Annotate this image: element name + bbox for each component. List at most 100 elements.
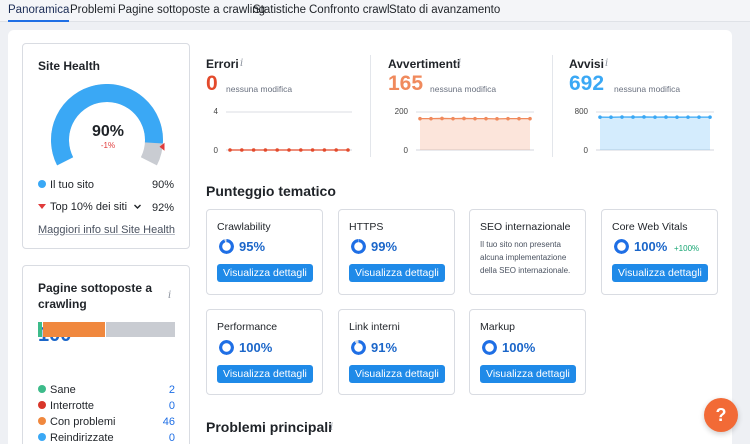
- score-ring-icon: [614, 239, 629, 254]
- trend-point[interactable]: [346, 148, 350, 152]
- trend-point[interactable]: [484, 116, 488, 121]
- broken-count[interactable]: 0: [155, 400, 175, 412]
- warnings-trend-chart: [416, 111, 534, 151]
- view-details-button[interactable]: Visualizza dettagli: [612, 264, 708, 282]
- thematic-card-score[interactable]: 100%: [634, 239, 667, 254]
- healthy-label: Sane: [50, 384, 76, 396]
- thematic-card-description: Il tuo sito non presenta alcuna implemen…: [480, 240, 571, 275]
- trend-point[interactable]: [664, 115, 668, 119]
- notices-sub: nessuna modifica: [614, 84, 681, 94]
- trend-point[interactable]: [620, 115, 624, 119]
- trend-point[interactable]: [598, 115, 602, 119]
- broken-dot: [38, 401, 46, 409]
- errors-sub: nessuna modifica: [226, 84, 293, 94]
- trend-point[interactable]: [495, 117, 499, 121]
- trend-point[interactable]: [440, 116, 444, 121]
- site-health-score: 90%: [91, 123, 125, 140]
- tab-statistiche[interactable]: Statistiche: [253, 4, 306, 16]
- errors-ytick-min: 0: [213, 146, 218, 155]
- thematic-card-title: HTTPS: [349, 221, 384, 233]
- errors-value[interactable]: 0: [206, 72, 218, 96]
- redirected-count[interactable]: 0: [155, 432, 175, 444]
- issues-label: Con problemi: [50, 416, 116, 428]
- top10-label: Top 10% dei siti: [50, 201, 128, 213]
- view-details-button[interactable]: Visualizza dettagli: [480, 365, 576, 383]
- thematic-card-score[interactable]: 99%: [371, 239, 397, 254]
- trend-point[interactable]: [334, 148, 338, 152]
- thematic-card-crawlability: Crawlability 95% Visualizza dettagli: [206, 209, 323, 295]
- trend-point[interactable]: [299, 148, 303, 152]
- tab-panoramica[interactable]: Panoramica: [8, 4, 70, 22]
- thematic-card-title: Crawlability: [217, 221, 271, 233]
- thematic-card-score[interactable]: 91%: [371, 340, 397, 355]
- tab-pagine-crawling[interactable]: Pagine sottoposte a crawling: [118, 4, 265, 16]
- thematic-card-https: HTTPS 99% Visualizza dettagli: [338, 209, 455, 295]
- trend-point[interactable]: [429, 116, 433, 121]
- info-icon[interactable]: i: [458, 58, 461, 69]
- tab-stato-avanzamento[interactable]: Stato di avanzamento: [389, 4, 500, 16]
- thematic-card-score[interactable]: 95%: [239, 239, 265, 254]
- info-icon[interactable]: i: [330, 422, 333, 433]
- top10-legend[interactable]: Top 10% dei siti: [38, 201, 142, 213]
- view-details-button[interactable]: Visualizza dettagli: [349, 264, 445, 282]
- trend-point[interactable]: [631, 115, 635, 119]
- trend-point[interactable]: [251, 148, 256, 152]
- tab-problemi[interactable]: Problemi: [70, 4, 115, 16]
- trend-point[interactable]: [609, 115, 613, 120]
- view-details-button[interactable]: Visualizza dettagli: [217, 264, 313, 282]
- trend-point[interactable]: [528, 116, 532, 121]
- trend-point[interactable]: [275, 148, 279, 152]
- trend-point[interactable]: [675, 115, 679, 119]
- trend-point[interactable]: [322, 148, 327, 152]
- thematic-card-title: Core Web Vitals: [612, 221, 688, 233]
- thematic-card-international-seo: SEO internazionale Il tuo sito non prese…: [469, 209, 586, 295]
- trend-point[interactable]: [506, 116, 510, 121]
- bar-healthy[interactable]: [38, 322, 42, 337]
- trend-point[interactable]: [263, 148, 268, 152]
- notices-ytick-min: 0: [583, 146, 588, 155]
- divider: [370, 55, 371, 157]
- trend-point[interactable]: [462, 116, 466, 121]
- site-health-more-link[interactable]: Maggiori info sul Site Health: [38, 224, 175, 236]
- trend-point[interactable]: [517, 116, 521, 121]
- trend-point[interactable]: [473, 116, 477, 121]
- info-icon[interactable]: i: [240, 58, 243, 69]
- help-button[interactable]: ?: [704, 398, 738, 432]
- view-details-button[interactable]: Visualizza dettagli: [349, 365, 445, 383]
- thematic-card-title: SEO internazionale: [480, 221, 571, 233]
- thematic-card-delta: +100%: [674, 244, 700, 253]
- your-site-label: Il tuo sito: [50, 179, 95, 191]
- trend-point[interactable]: [708, 115, 712, 119]
- thematic-card-score[interactable]: 100%: [239, 340, 272, 355]
- trend-point[interactable]: [287, 148, 291, 152]
- redirected-dot: [38, 433, 46, 441]
- triangle-down-icon: [38, 204, 46, 209]
- bar-other[interactable]: [106, 322, 175, 337]
- trend-point[interactable]: [240, 148, 244, 152]
- thematic-card-title: Markup: [480, 321, 516, 333]
- info-icon[interactable]: i: [168, 290, 171, 301]
- trend-point[interactable]: [697, 115, 701, 119]
- trend-point[interactable]: [310, 148, 315, 152]
- warnings-sub: nessuna modifica: [430, 84, 497, 94]
- view-details-button[interactable]: Visualizza dettagli: [217, 365, 313, 383]
- site-health-card: Site Health 90% -1% Il tuo sito 90% Top …: [22, 43, 190, 249]
- chevron-down-icon: [134, 204, 142, 209]
- notices-label: Avvisi: [569, 57, 604, 71]
- issues-count[interactable]: 46: [155, 416, 175, 428]
- bar-issues[interactable]: [43, 322, 105, 337]
- healthy-dot: [38, 385, 46, 393]
- errors-ytick-max: 4: [213, 107, 218, 116]
- trend-point[interactable]: [642, 115, 646, 119]
- notices-value[interactable]: 692: [569, 72, 604, 96]
- trend-point[interactable]: [653, 115, 657, 119]
- warnings-value[interactable]: 165: [388, 72, 423, 96]
- trend-point[interactable]: [451, 116, 455, 121]
- trend-point[interactable]: [686, 115, 690, 119]
- trend-point[interactable]: [418, 116, 422, 121]
- healthy-count[interactable]: 2: [155, 384, 175, 396]
- thematic-card-score[interactable]: 100%: [502, 340, 535, 355]
- tab-confronto-crawl[interactable]: Confronto crawl: [309, 4, 390, 16]
- info-icon[interactable]: i: [605, 58, 608, 69]
- trend-point[interactable]: [228, 148, 232, 152]
